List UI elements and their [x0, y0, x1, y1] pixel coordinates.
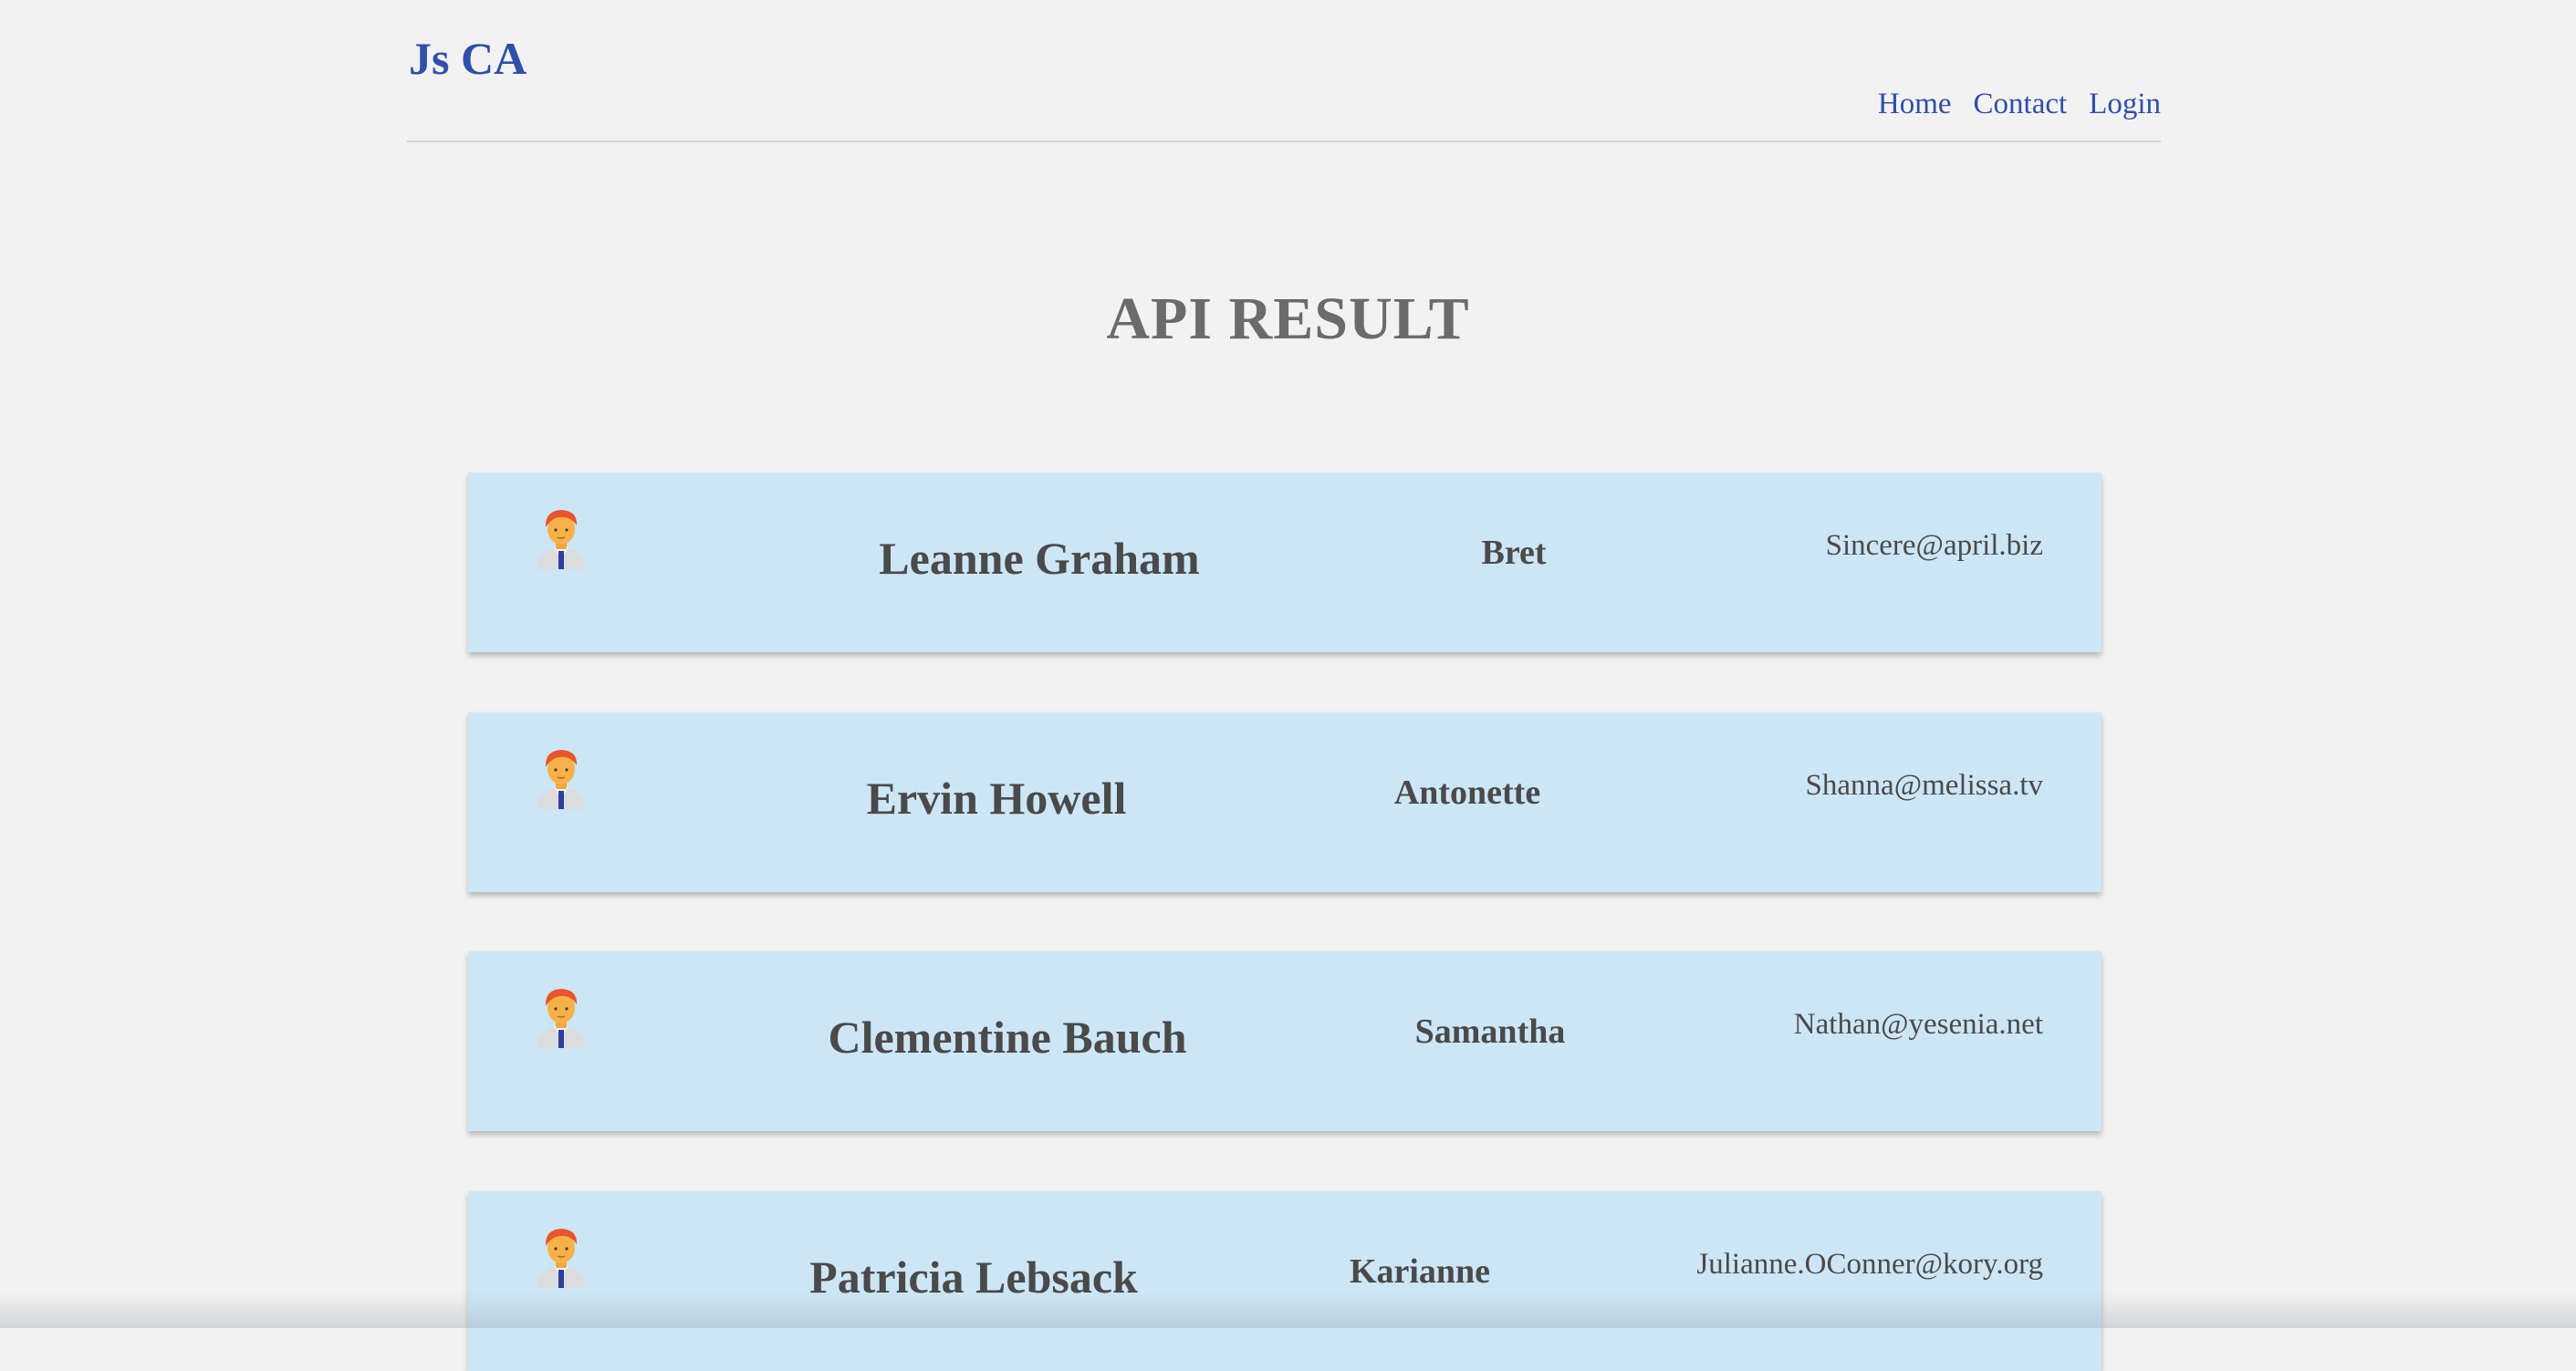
person-avatar-icon [534, 982, 589, 1048]
user-card: Clementine Bauch Samantha Nathan@yesenia… [468, 951, 2101, 1131]
user-username: Bret [1481, 534, 1547, 572]
person-avatar-icon [534, 1222, 589, 1288]
user-email: Nathan@yesenia.net [1793, 1008, 2043, 1041]
nav-link-login[interactable]: Login [2089, 84, 2161, 124]
user-card: Patricia Lebsack Karianne Julianne.OConn… [468, 1191, 2101, 1371]
person-avatar-icon [534, 504, 589, 569]
site-logo[interactable]: Js CA [409, 33, 527, 84]
site-header: Js CA Home Contact Login [407, 0, 2161, 142]
user-username: Antonette [1393, 774, 1541, 812]
user-username: Karianne [1349, 1252, 1491, 1291]
user-email: Sincere@april.biz [1825, 529, 2043, 562]
user-card: Ervin Howell Antonette Shanna@melissa.tv [468, 712, 2101, 892]
page-title: API RESULT [1106, 286, 1470, 352]
user-email: Shanna@melissa.tv [1805, 769, 2043, 802]
main-nav: Home Contact Login [1878, 84, 2161, 124]
user-name: Patricia Lebsack [809, 1252, 1138, 1303]
user-name: Clementine Bauch [828, 1012, 1187, 1063]
person-avatar-icon [534, 743, 589, 809]
user-name: Leanne Graham [879, 533, 1200, 584]
user-card: Leanne Graham Bret Sincere@april.biz [468, 473, 2101, 652]
user-email: Julianne.OConner@kory.org [1696, 1248, 2043, 1281]
nav-link-contact[interactable]: Contact [1974, 84, 2068, 124]
user-name: Ervin Howell [866, 773, 1127, 824]
nav-link-home[interactable]: Home [1878, 84, 1952, 124]
user-username: Samantha [1414, 1013, 1566, 1051]
